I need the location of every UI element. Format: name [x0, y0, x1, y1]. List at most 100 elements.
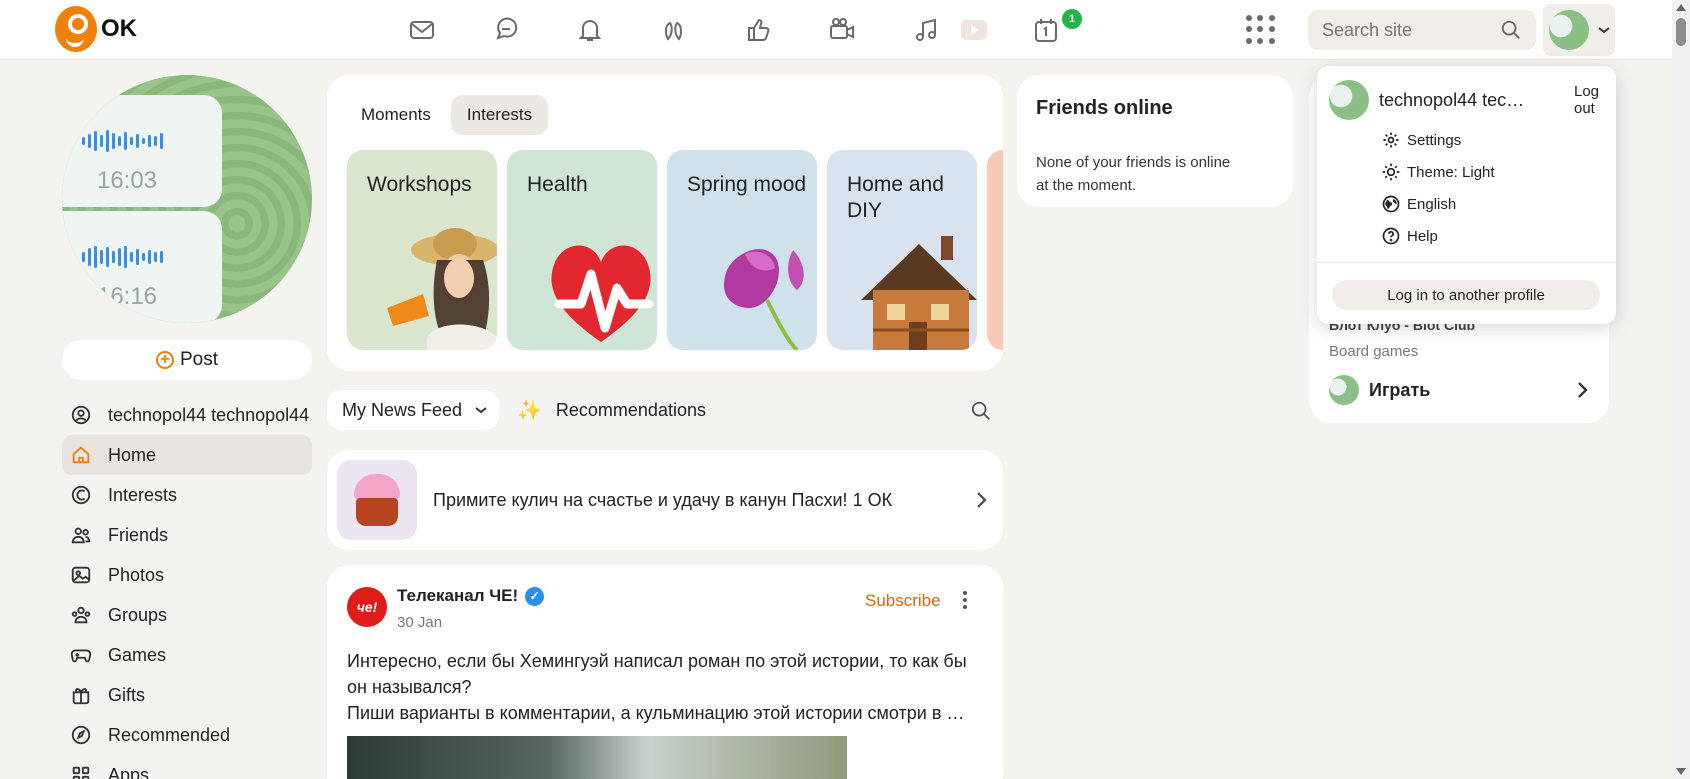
scroll-thumb[interactable] — [1676, 18, 1686, 46]
profile-photo[interactable]: 16:03 16:16 — [62, 75, 312, 323]
globe-icon — [1382, 195, 1400, 213]
verified-icon: ✓ — [525, 586, 545, 606]
avatar — [1549, 10, 1589, 50]
post-author[interactable]: Телеканал ЧЕ! ✓ — [397, 586, 545, 606]
dropdown-list: Settings Theme: Light English Help — [1381, 124, 1495, 252]
ok-logo[interactable]: OK — [55, 6, 137, 52]
chevron-down-icon — [1598, 27, 1610, 34]
friends-icon — [71, 527, 91, 544]
voice-time: 16:03 — [96, 167, 158, 194]
bell-icon[interactable] — [548, 10, 632, 50]
sidebar-item-photos[interactable]: Photos — [62, 555, 312, 595]
sidebar-item-recommended[interactable]: Recommended — [62, 715, 312, 755]
sidebar-item-label: Photos — [108, 564, 165, 585]
cake-icon — [337, 460, 417, 540]
guests-icon[interactable] — [632, 10, 716, 50]
channel-avatar[interactable]: че! — [347, 587, 387, 627]
menu-item-theme[interactable]: Theme: Light — [1381, 156, 1495, 188]
woman-illustration — [387, 228, 497, 350]
chevron-right-icon — [1578, 382, 1588, 398]
sidebar-item-groups[interactable]: Groups — [62, 595, 312, 635]
menu-item-label: English — [1407, 195, 1457, 213]
news-feed-dropdown[interactable]: My News Feed — [327, 390, 499, 430]
calendar-badge: 1 — [1062, 9, 1082, 29]
recommendations-tab[interactable]: ✨ Recommendations — [517, 390, 706, 430]
post-button[interactable]: + Post — [62, 340, 312, 380]
tulip-illustration — [723, 249, 804, 350]
menu-item-label: Theme: Light — [1407, 163, 1495, 181]
gear-icon — [1383, 132, 1399, 148]
tab-interests[interactable]: Interests — [450, 95, 549, 135]
interest-tile-more[interactable] — [987, 150, 1003, 350]
interest-tile-workshops[interactable]: Workshops — [347, 150, 497, 350]
mail-icon[interactable] — [380, 10, 464, 50]
sidebar-item-home[interactable]: Home — [62, 435, 312, 475]
interest-tile-home-diy[interactable]: Home and DIY — [827, 150, 977, 350]
gift-icon — [72, 688, 90, 705]
promo-card[interactable]: Примите кулич на счастье и удачу в канун… — [327, 450, 1003, 550]
help-icon — [1382, 227, 1400, 245]
login-another-profile-button[interactable]: Log in to another profile — [1332, 280, 1600, 310]
voice-message-bubble: 16:16 — [62, 211, 222, 323]
interests-icon — [71, 485, 91, 505]
sidebar-item-label: Games — [108, 644, 167, 665]
calendar-icon[interactable]: 1 — [1004, 9, 1088, 50]
logout-button[interactable]: Log out — [1574, 83, 1604, 117]
photo-icon — [71, 566, 91, 584]
chat-icon[interactable] — [464, 10, 548, 50]
interest-tile-spring-mood[interactable]: Spring mood — [667, 150, 817, 350]
tab-moments[interactable]: Moments — [345, 95, 447, 135]
ok-logo-icon — [55, 6, 97, 52]
video-camera-icon[interactable] — [800, 10, 884, 50]
dropdown-header: technopol44 techn… Log out — [1329, 80, 1604, 120]
video-icon[interactable] — [954, 10, 994, 50]
apps-grid-icon[interactable] — [1246, 15, 1276, 45]
sidebar-item-games[interactable]: Games — [62, 635, 312, 675]
search-box — [1308, 10, 1536, 50]
logo-text: OK — [101, 15, 137, 42]
friends-online-title: Friends online — [1036, 97, 1173, 119]
menu-item-settings[interactable]: Settings — [1381, 124, 1495, 156]
menu-item-language[interactable]: English — [1381, 188, 1495, 220]
post-date[interactable]: 30 Jan — [397, 614, 442, 631]
sidebar-item-profile[interactable]: technopol44 technopol44 — [62, 395, 312, 435]
sidebar-item-label: Groups — [108, 604, 168, 625]
feed-post: че! Телеканал ЧЕ! ✓ 30 Jan Subscribe Инт… — [327, 565, 1003, 779]
subscribe-button[interactable]: Subscribe — [865, 591, 941, 611]
sidebar-item-label: Interests — [108, 484, 178, 505]
post-video-thumbnail[interactable] — [347, 736, 847, 779]
friends-online-card: Friends online None of your friends is o… — [1017, 75, 1293, 207]
tile-label: Spring mood — [687, 173, 807, 196]
scroll-up-arrow[interactable] — [1676, 4, 1686, 11]
game-category: Board games — [1329, 343, 1419, 360]
post-button-label: Post — [179, 349, 219, 370]
play-button[interactable]: Играть — [1329, 373, 1589, 407]
plus-icon: + — [155, 351, 174, 369]
menu-item-help[interactable]: Help — [1381, 220, 1495, 252]
house-illustration — [861, 236, 977, 350]
news-feed-label: My News Feed — [342, 399, 463, 420]
menu-item-label: Help — [1407, 227, 1438, 245]
scrollbar[interactable] — [1672, 0, 1690, 779]
more-options-icon[interactable] — [963, 591, 967, 609]
compass-icon — [71, 725, 91, 745]
home-icon — [72, 446, 90, 464]
sidebar-item-label: Apps — [108, 764, 150, 779]
like-icon[interactable] — [716, 10, 800, 50]
interest-tile-health[interactable]: Health — [507, 150, 657, 350]
feed-search-icon[interactable] — [970, 400, 992, 422]
profile-menu-button[interactable] — [1543, 4, 1615, 56]
sidebar-item-apps[interactable]: Apps — [62, 755, 312, 779]
voice-message-bubble: 16:03 — [62, 95, 222, 207]
sidebar-item-gifts[interactable]: Gifts — [62, 675, 312, 715]
search-input[interactable] — [1322, 19, 1500, 41]
tile-label: Health — [527, 173, 588, 196]
scroll-down-arrow[interactable] — [1676, 768, 1686, 775]
avatar[interactable] — [1329, 80, 1369, 120]
avatar — [1329, 375, 1359, 405]
groups-icon — [71, 606, 91, 624]
profile-name[interactable]: technopol44 techn… — [1379, 90, 1527, 111]
search-icon[interactable] — [1500, 19, 1522, 41]
sidebar-item-friends[interactable]: Friends — [62, 515, 312, 555]
sidebar-item-interests[interactable]: Interests — [62, 475, 312, 515]
